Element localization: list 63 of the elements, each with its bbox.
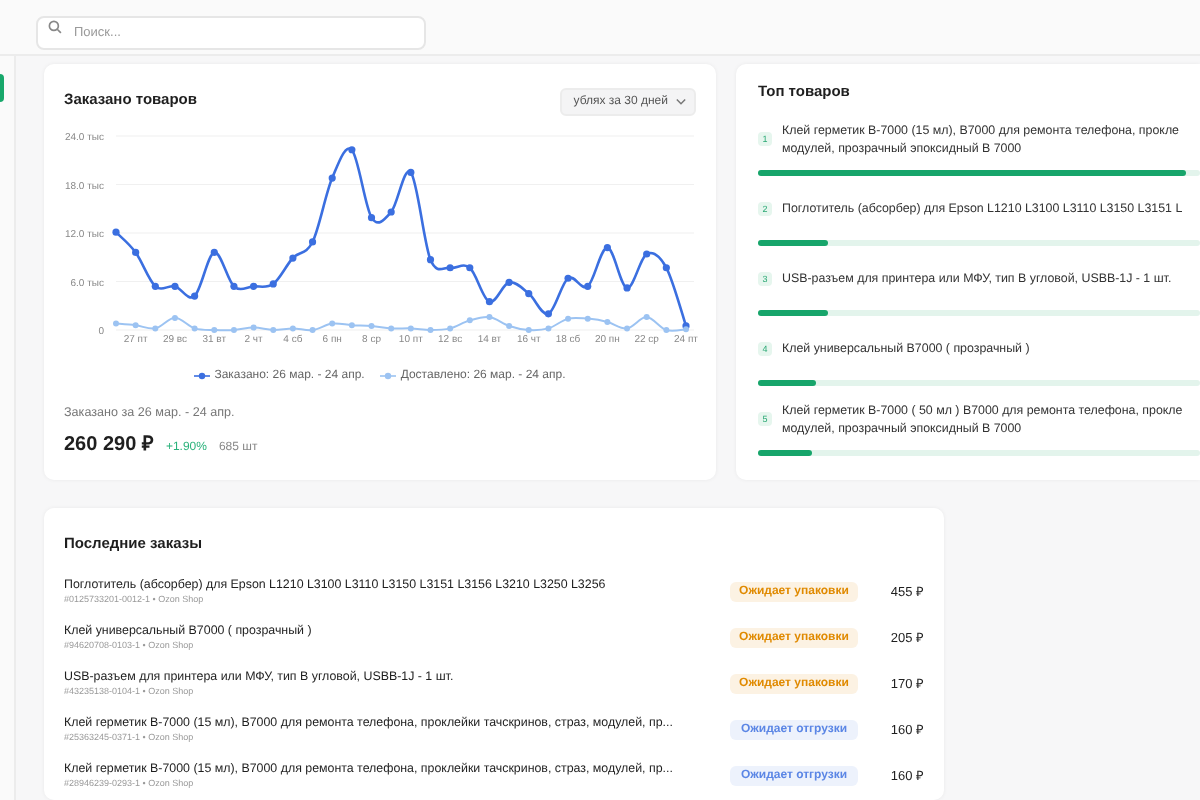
delivered-point bbox=[643, 314, 650, 321]
ordered-point bbox=[151, 282, 159, 290]
ordered-point bbox=[584, 282, 592, 290]
ordered-point bbox=[662, 264, 670, 272]
ordered-point bbox=[112, 228, 120, 236]
delivered-point bbox=[466, 317, 473, 324]
delivered-point bbox=[604, 318, 611, 325]
legend-marker-icon bbox=[380, 372, 397, 380]
delivered-point bbox=[132, 322, 139, 329]
ordered-point bbox=[407, 168, 415, 176]
delivered-point bbox=[289, 325, 296, 332]
delivered-point bbox=[270, 327, 277, 333]
ordered-point bbox=[171, 282, 179, 290]
ordered-point bbox=[525, 290, 533, 298]
delivered-point bbox=[230, 327, 237, 333]
ordered-point bbox=[623, 284, 631, 292]
ordered-point bbox=[544, 310, 552, 318]
delivered-point bbox=[152, 325, 159, 332]
delivered-point bbox=[211, 327, 218, 333]
delivered-point bbox=[191, 325, 198, 332]
ordered-point bbox=[269, 280, 277, 288]
delivered-point bbox=[624, 325, 631, 332]
caret-icon bbox=[676, 98, 686, 106]
delivered-point bbox=[309, 327, 316, 333]
ordered-point bbox=[643, 250, 651, 258]
delivered-point bbox=[113, 320, 119, 327]
delivered-point bbox=[171, 314, 178, 321]
delivered-point bbox=[486, 314, 493, 321]
ordered-point bbox=[132, 248, 140, 256]
ordered-point bbox=[564, 274, 572, 282]
delivered-point bbox=[545, 325, 552, 332]
ordered-point bbox=[289, 254, 297, 262]
ordered-point bbox=[505, 278, 513, 286]
delivered-point bbox=[348, 322, 355, 329]
ordered-point bbox=[367, 214, 376, 222]
legend-marker-icon bbox=[194, 372, 211, 380]
delivered-point bbox=[427, 327, 434, 333]
ordered-point bbox=[446, 264, 454, 272]
delivered-point bbox=[368, 322, 375, 329]
delivered-point bbox=[329, 320, 336, 327]
delivered-point bbox=[584, 315, 591, 322]
delivered-point bbox=[250, 324, 257, 331]
ordered-point bbox=[250, 282, 258, 290]
ordered-point bbox=[230, 282, 238, 290]
total-amount: 260 290 ₽ bbox=[64, 432, 154, 456]
delivered-point bbox=[525, 327, 532, 333]
delivered-point bbox=[407, 325, 414, 332]
ordered-point bbox=[387, 208, 395, 216]
ordered-point bbox=[426, 256, 435, 264]
delivered-point bbox=[388, 325, 395, 332]
delivered-point bbox=[683, 326, 689, 333]
delivered-point bbox=[506, 322, 513, 329]
ordered-point bbox=[191, 292, 199, 300]
delivered-point bbox=[447, 325, 454, 332]
ordered-point bbox=[210, 248, 218, 256]
ordered-point bbox=[328, 174, 336, 182]
delivered-point bbox=[565, 315, 572, 322]
ordered-point bbox=[603, 243, 611, 252]
delivered-point bbox=[663, 327, 670, 333]
ordered-point bbox=[348, 146, 356, 154]
ordered-point bbox=[308, 238, 317, 246]
ordered-point bbox=[485, 298, 494, 306]
ordered-point bbox=[466, 264, 474, 272]
